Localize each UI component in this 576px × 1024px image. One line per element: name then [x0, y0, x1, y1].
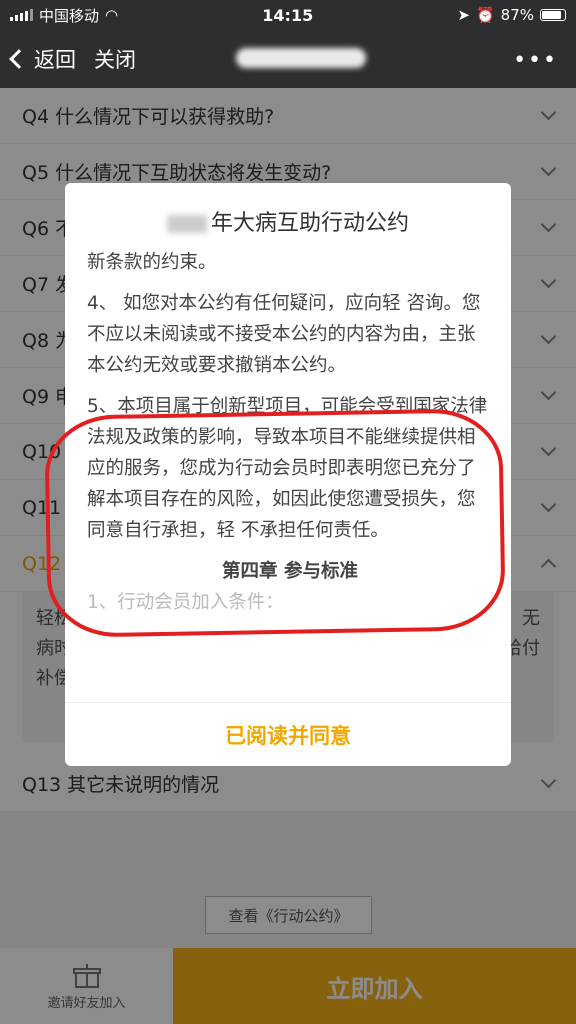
back-label: 返回: [34, 48, 76, 72]
navigation-bar: 返回 关闭 •••: [0, 30, 576, 88]
clause-4: 4、 如您对本公约有任何疑问，应向轻 咨询。您不应以未阅读或不接受本公约的内容为…: [87, 293, 481, 376]
clock: 14:15: [262, 5, 314, 25]
covenant-modal: 年大病互助行动公约 新条款的约束。 4、 如您对本公约有任何疑问，应向轻 咨询。…: [65, 183, 511, 766]
modal-title: 年大病互助行动公约: [65, 205, 511, 237]
chapter-heading: 第四章 参与标准: [222, 561, 358, 582]
chevron-left-icon: [9, 49, 29, 69]
more-menu-icon[interactable]: •••: [513, 48, 558, 73]
location-icon: ➤: [457, 6, 470, 24]
alarm-icon: ⏰: [475, 6, 495, 24]
modal-content[interactable]: 新条款的约束。 4、 如您对本公约有任何疑问，应向轻 咨询。您不应以未阅读或不接…: [87, 247, 493, 697]
status-bar: 中国移动 ◠ 14:15 ➤ ⏰ 87%: [0, 0, 576, 30]
close-button[interactable]: 关闭: [94, 44, 136, 74]
wifi-icon: ◠: [105, 6, 119, 24]
clause-5: 5、本项目属于创新型项目，可能会受到国家法律法规及政策的影响，导致本项目不能继续…: [87, 396, 488, 541]
redacted-text: [166, 215, 207, 233]
top-bar: 中国移动 ◠ 14:15 ➤ ⏰ 87% 返回 关闭 •••: [0, 0, 576, 88]
signal-icon: [10, 9, 33, 21]
clause-tail: 新条款的约束。: [87, 252, 217, 273]
carrier-label: 中国移动: [39, 6, 100, 25]
page-title-redacted: [236, 48, 366, 68]
battery-icon: [540, 9, 566, 21]
back-button[interactable]: 返回: [9, 44, 76, 74]
faded-text: 1、行动会员加入条件：: [87, 592, 284, 613]
battery-percent: 87%: [500, 6, 534, 24]
agree-button[interactable]: 已阅读并同意: [65, 702, 511, 766]
